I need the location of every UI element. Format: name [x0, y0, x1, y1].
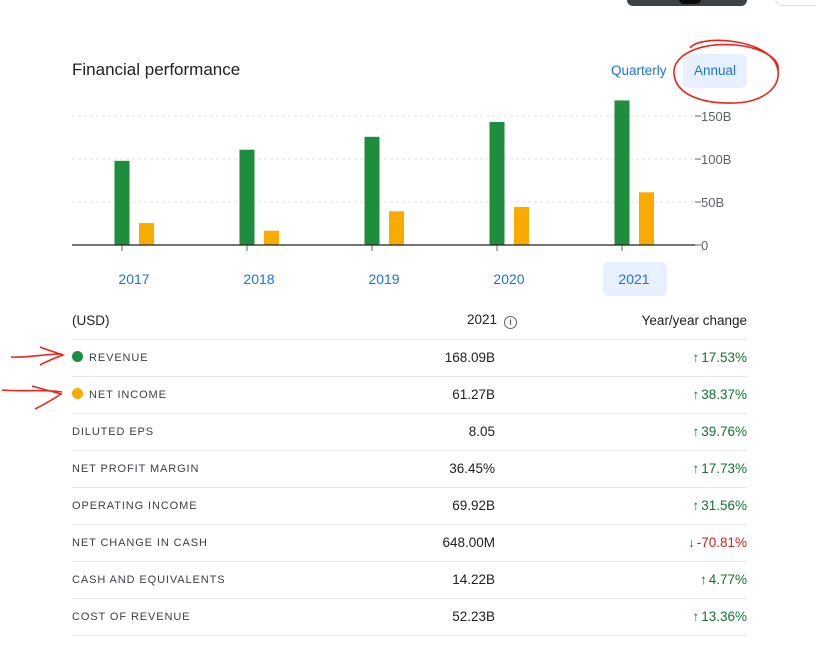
- bar-net-income: [639, 192, 654, 245]
- arrow-up-icon: ↑: [692, 609, 700, 624]
- legend-dot-icon: [72, 351, 83, 362]
- bar-revenue: [614, 100, 630, 246]
- y-tick-label: 0: [701, 238, 708, 253]
- table-row: Net change in cash 648.00M ↓ -70.81%: [72, 524, 747, 562]
- arrow-up-icon: ↑: [692, 498, 700, 513]
- financial-chart: 0 50B 100B 150B 2017 2018 2019 2020 2021: [72, 100, 731, 296]
- legend-dot-icon: [72, 388, 83, 399]
- bar-net-income: [139, 223, 154, 245]
- year-header: 2021 i: [231, 303, 521, 340]
- arrow-up-icon: ↑: [692, 461, 700, 476]
- row-label: Net profit margin: [72, 450, 231, 488]
- row-label: Net income: [72, 376, 231, 414]
- row-value: 14.22B: [231, 561, 521, 599]
- row-change: ↑ 4.77%: [521, 561, 747, 599]
- year-tab-label[interactable]: 2017: [118, 271, 149, 287]
- row-change: ↑ 38.37%: [521, 376, 747, 414]
- year-tab-label[interactable]: 2018: [243, 271, 274, 287]
- bar-net-income: [389, 211, 404, 245]
- table-row: Net profit margin 36.45% ↑ 17.73%: [72, 450, 747, 488]
- arrow-up-icon: ↑: [692, 387, 700, 402]
- currency-header: (USD): [72, 303, 231, 340]
- row-value: 36.45%: [231, 450, 521, 488]
- bar-net-income: [264, 230, 279, 245]
- bar-net-income: [514, 206, 529, 245]
- info-icon[interactable]: i: [504, 316, 517, 330]
- table-row: Diluted EPS 8.05 ↑ 39.76%: [72, 413, 747, 451]
- y-tick-label: 150B: [701, 109, 731, 124]
- row-change: ↑ 13.36%: [521, 598, 747, 636]
- y-tick-label: 100B: [701, 152, 731, 167]
- y-tick-label: 50B: [701, 195, 724, 210]
- row-value: 8.05: [231, 413, 521, 451]
- table-row: Revenue 168.09B ↑ 17.53%: [72, 339, 747, 377]
- year-tab-label[interactable]: 2019: [368, 271, 399, 287]
- table-header-row: (USD) 2021 i Year/year change: [72, 303, 747, 340]
- bar-revenue: [489, 122, 505, 245]
- row-label: Cost of revenue: [72, 598, 231, 636]
- row-label: Net change in cash: [72, 524, 231, 562]
- row-value: 648.00M: [231, 524, 521, 562]
- arrow-up-icon: ↑: [692, 350, 700, 365]
- row-label: Operating income: [72, 487, 231, 525]
- table-row: Cost of revenue 52.23B ↑ 13.36%: [72, 598, 747, 636]
- row-change: ↑ 17.53%: [521, 339, 747, 377]
- arrow-up-icon: ↑: [692, 424, 700, 439]
- row-change: ↓ -70.81%: [521, 524, 747, 562]
- year-tab-label[interactable]: 2020: [493, 271, 524, 287]
- bar-revenue: [114, 160, 130, 245]
- arrow-up-icon: ↑: [699, 572, 707, 587]
- change-header: Year/year change: [521, 303, 747, 340]
- table-row: Operating income 69.92B ↑ 31.56%: [72, 487, 747, 525]
- row-change: ↑ 31.56%: [521, 487, 747, 525]
- row-change: ↑ 17.73%: [521, 450, 747, 488]
- row-label: Revenue: [72, 339, 231, 377]
- bar-revenue: [364, 136, 380, 245]
- financials-table: (USD) 2021 i Year/year change Revenue 168.…: [72, 303, 747, 636]
- row-value: 61.27B: [231, 376, 521, 414]
- table-row: Net income 61.27B ↑ 38.37%: [72, 376, 747, 414]
- table-row: Cash and equivalents 14.22B ↑ 4.77%: [72, 561, 747, 599]
- row-change: ↑ 39.76%: [521, 413, 747, 451]
- year-tab-label[interactable]: 2021: [618, 271, 649, 287]
- net-income-arrow-scribble: [1, 385, 63, 410]
- row-value: 52.23B: [231, 598, 521, 636]
- row-label: Cash and equivalents: [72, 561, 231, 599]
- row-value: 69.92B: [231, 487, 521, 525]
- row-value: 168.09B: [231, 339, 521, 377]
- row-label: Diluted EPS: [72, 413, 231, 451]
- bar-revenue: [239, 149, 255, 245]
- revenue-arrow-scribble: [10, 346, 66, 366]
- arrow-down-icon: ↓: [687, 535, 695, 550]
